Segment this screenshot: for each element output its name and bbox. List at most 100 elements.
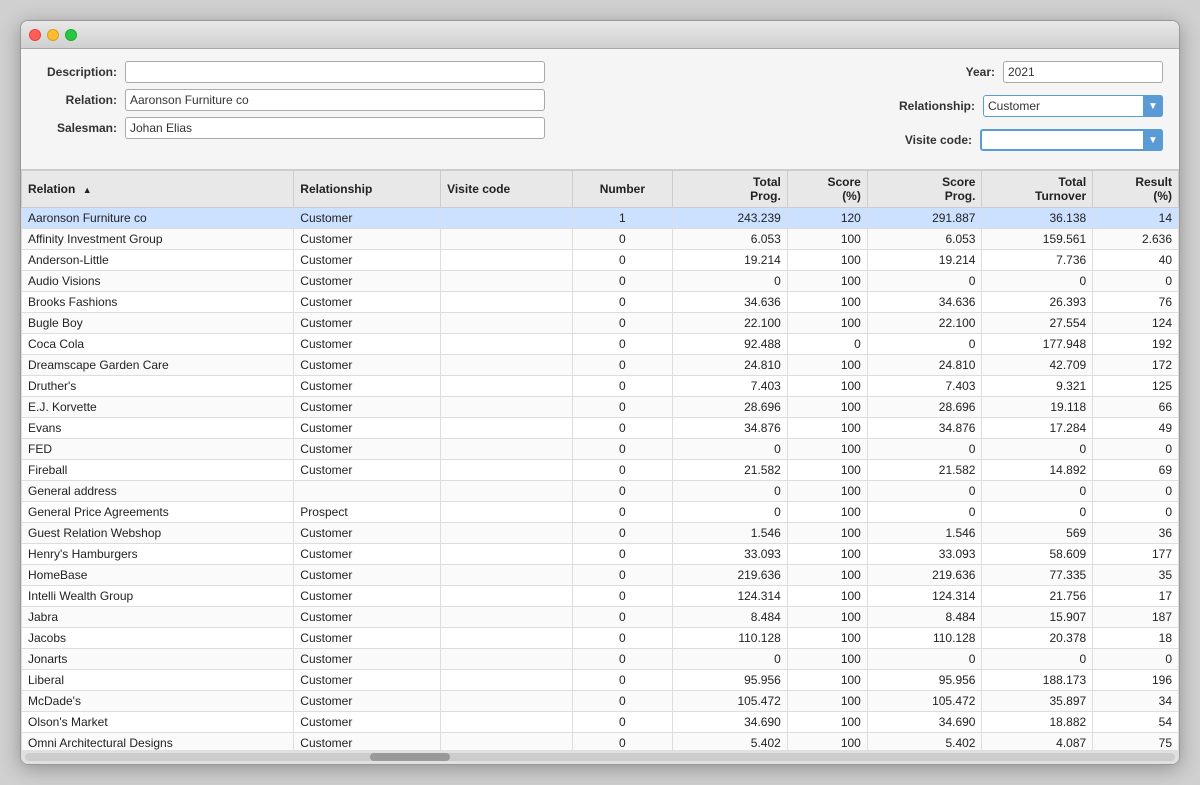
table-cell: 100 (787, 313, 867, 334)
table-cell: 1 (572, 208, 673, 229)
minimize-button[interactable] (47, 29, 59, 41)
table-cell: Fireball (22, 460, 294, 481)
table-row[interactable]: Coca ColaCustomer092.48800177.948192 (22, 334, 1179, 355)
relationship-select[interactable]: Customer Prospect Supplier (983, 95, 1163, 117)
table-cell: Coca Cola (22, 334, 294, 355)
table-row[interactable]: Druther'sCustomer07.4031007.4039.321125 (22, 376, 1179, 397)
table-row[interactable]: E.J. KorvetteCustomer028.69610028.69619.… (22, 397, 1179, 418)
table-row[interactable]: FEDCustomer00100000 (22, 439, 1179, 460)
visite-code-input[interactable] (980, 129, 1163, 151)
table-cell: 0 (982, 271, 1093, 292)
table-cell: 95.956 (673, 670, 788, 691)
table-row[interactable]: HomeBaseCustomer0219.636100219.63677.335… (22, 565, 1179, 586)
table-cell: 0 (1093, 271, 1179, 292)
col-header-visite-code[interactable]: Visite code (441, 171, 572, 208)
table-row[interactable]: McDade'sCustomer0105.472100105.47235.897… (22, 691, 1179, 712)
col-header-total-prog[interactable]: TotalProg. (673, 171, 788, 208)
table-row[interactable]: Guest Relation WebshopCustomer01.5461001… (22, 523, 1179, 544)
table-cell: 124 (1093, 313, 1179, 334)
table-cell: 0 (572, 229, 673, 250)
table-cell: 18 (1093, 628, 1179, 649)
table-cell (441, 481, 572, 502)
table-row[interactable]: Affinity Investment GroupCustomer06.0531… (22, 229, 1179, 250)
col-header-relation[interactable]: Relation ▲ (22, 171, 294, 208)
table-cell: 0 (673, 481, 788, 502)
salesman-input[interactable] (125, 117, 545, 139)
table-cell (441, 460, 572, 481)
table-cell (441, 418, 572, 439)
description-input[interactable] (125, 61, 545, 83)
table-row[interactable]: Bugle BoyCustomer022.10010022.10027.5541… (22, 313, 1179, 334)
table-cell: 24.810 (867, 355, 982, 376)
table-row[interactable]: Henry's HamburgersCustomer033.09310033.0… (22, 544, 1179, 565)
table-cell: 34.690 (867, 712, 982, 733)
table-row[interactable]: LiberalCustomer095.95610095.956188.17319… (22, 670, 1179, 691)
table-cell: Customer (294, 271, 441, 292)
table-row[interactable]: General Price AgreementsProspect00100000 (22, 502, 1179, 523)
table-cell: 120 (787, 208, 867, 229)
table-row[interactable]: JonartsCustomer00100000 (22, 649, 1179, 670)
table-row[interactable]: FireballCustomer021.58210021.58214.89269 (22, 460, 1179, 481)
table-row[interactable]: Brooks FashionsCustomer034.63610034.6362… (22, 292, 1179, 313)
col-header-relationship[interactable]: Relationship (294, 171, 441, 208)
table-row[interactable]: Omni Architectural DesignsCustomer05.402… (22, 733, 1179, 751)
table-cell: 1.546 (673, 523, 788, 544)
col-header-score-pct[interactable]: Score(%) (787, 171, 867, 208)
table-cell: 100 (787, 565, 867, 586)
table-cell: 21.756 (982, 586, 1093, 607)
table-cell: 100 (787, 712, 867, 733)
table-row[interactable]: JacobsCustomer0110.128100110.12820.37818 (22, 628, 1179, 649)
table-cell: 124.314 (673, 586, 788, 607)
table-cell: 125 (1093, 376, 1179, 397)
table-row[interactable]: JabraCustomer08.4841008.48415.907187 (22, 607, 1179, 628)
table-cell: 0 (982, 502, 1093, 523)
table-cell: 22.100 (867, 313, 982, 334)
col-header-number[interactable]: Number (572, 171, 673, 208)
table-cell: 0 (572, 712, 673, 733)
data-table-container[interactable]: Relation ▲ Relationship Visite code Numb… (21, 170, 1179, 750)
table-cell: HomeBase (22, 565, 294, 586)
table-cell: 0 (572, 439, 673, 460)
table-cell: 95.956 (867, 670, 982, 691)
table-cell: Customer (294, 208, 441, 229)
scrollbar-thumb[interactable] (370, 753, 450, 761)
table-cell: Druther's (22, 376, 294, 397)
table-cell: 14 (1093, 208, 1179, 229)
table-row[interactable]: Olson's MarketCustomer034.69010034.69018… (22, 712, 1179, 733)
table-cell: 105.472 (867, 691, 982, 712)
table-cell: Brooks Fashions (22, 292, 294, 313)
close-button[interactable] (29, 29, 41, 41)
col-header-result-pct[interactable]: Result(%) (1093, 171, 1179, 208)
table-row[interactable]: Aaronson Furniture coCustomer1243.239120… (22, 208, 1179, 229)
relationship-row: Relationship: Customer Prospect Supplier… (895, 95, 1163, 117)
table-cell: 0 (572, 271, 673, 292)
table-cell: 5.402 (867, 733, 982, 751)
table-row[interactable]: Dreamscape Garden CareCustomer024.810100… (22, 355, 1179, 376)
year-label: Year: (915, 65, 995, 79)
table-cell (441, 355, 572, 376)
year-input[interactable] (1003, 61, 1163, 83)
table-cell: 100 (787, 460, 867, 481)
table-cell: Intelli Wealth Group (22, 586, 294, 607)
relation-input[interactable] (125, 89, 545, 111)
table-row[interactable]: EvansCustomer034.87610034.87617.28449 (22, 418, 1179, 439)
col-header-total-turnover[interactable]: TotalTurnover (982, 171, 1093, 208)
table-row[interactable]: Intelli Wealth GroupCustomer0124.3141001… (22, 586, 1179, 607)
table-cell: 21.582 (867, 460, 982, 481)
table-cell: Henry's Hamburgers (22, 544, 294, 565)
table-row[interactable]: Audio VisionsCustomer00100000 (22, 271, 1179, 292)
table-cell: 92.488 (673, 334, 788, 355)
table-cell (441, 586, 572, 607)
maximize-button[interactable] (65, 29, 77, 41)
horizontal-scrollbar[interactable] (21, 750, 1179, 764)
col-header-score-prog[interactable]: ScoreProg. (867, 171, 982, 208)
col-label-relation: Relation (28, 182, 75, 196)
table-cell: Customer (294, 733, 441, 751)
table-cell: 100 (787, 376, 867, 397)
table-row[interactable]: General address00100000 (22, 481, 1179, 502)
table-cell (441, 523, 572, 544)
table-cell: 28.696 (867, 397, 982, 418)
table-cell: 0 (572, 565, 673, 586)
table-cell: 188.173 (982, 670, 1093, 691)
table-row[interactable]: Anderson-LittleCustomer019.21410019.2147… (22, 250, 1179, 271)
